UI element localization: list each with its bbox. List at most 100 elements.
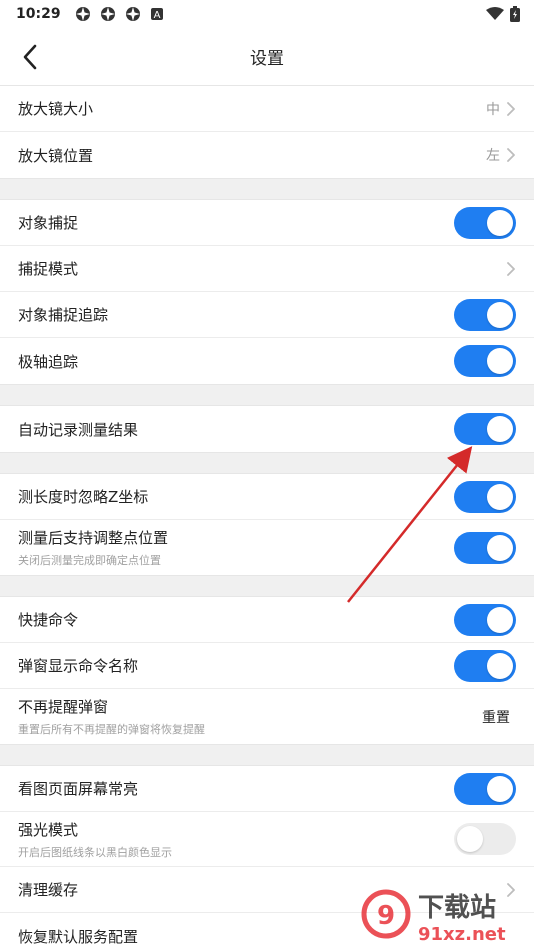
toggle-knob — [487, 534, 513, 561]
row-right — [454, 531, 516, 564]
toggle-switch[interactable] — [454, 413, 516, 445]
row-text: 强光模式开启后图纸线条以黑白颜色显示 — [18, 819, 454, 860]
page-title: 设置 — [250, 49, 284, 69]
row-text: 对象捕捉 — [18, 212, 454, 233]
battery-icon — [510, 6, 520, 22]
row-right: 重置 — [482, 707, 516, 727]
reset-button[interactable]: 重置 — [482, 707, 510, 727]
group-separator — [0, 744, 534, 766]
settings-row[interactable]: 强光模式开启后图纸线条以黑白颜色显示 — [0, 812, 534, 867]
row-subtitle: 开启后图纸线条以黑白颜色显示 — [18, 845, 172, 859]
chevron-right-icon — [507, 101, 515, 116]
status-bar: 10:29 A — [0, 0, 534, 28]
row-label: 放大镜位置 — [18, 146, 94, 165]
back-button[interactable] — [10, 40, 50, 74]
row-right — [454, 298, 516, 331]
status-time: 10:29 — [16, 6, 61, 22]
row-label: 看图页面屏幕常亮 — [18, 780, 139, 798]
row-label: 测量后支持调整点位置 — [18, 529, 169, 547]
row-right — [454, 345, 516, 377]
row-label: 对象捕捉 — [18, 214, 79, 232]
settings-row[interactable]: 放大镜大小 中 — [0, 86, 534, 132]
nav-bar: 设置 — [0, 28, 534, 86]
watermark-domain: 91xz.net — [418, 924, 506, 945]
settings-row[interactable]: 极轴追踪 — [0, 338, 534, 384]
settings-row[interactable]: 看图页面屏幕常亮 — [0, 766, 534, 812]
group-separator — [0, 384, 534, 406]
row-right — [454, 480, 516, 513]
row-label: 对象捕捉追踪 — [18, 306, 109, 324]
settings-row[interactable]: 弹窗显示命令名称 — [0, 643, 534, 689]
row-text: 测长度时忽略Z坐标 — [18, 486, 454, 507]
row-text: 自动记录测量结果 — [18, 419, 454, 440]
settings-row[interactable]: 捕捉模式 — [0, 246, 534, 292]
settings-group: 测长度时忽略Z坐标测量后支持调整点位置关闭后测量完成即确定点位置 — [0, 474, 534, 575]
toggle-switch[interactable] — [454, 823, 516, 855]
toggle-knob — [487, 483, 513, 510]
settings-group: 对象捕捉捕捉模式对象捕捉追踪 极轴追踪 — [0, 200, 534, 384]
toggle-knob — [487, 606, 513, 633]
status-icons-right — [486, 6, 520, 22]
row-subtitle: 关闭后测量完成即确定点位置 — [18, 554, 161, 567]
row-text: 对象捕捉追踪 — [18, 304, 454, 325]
settings-row[interactable]: 对象捕捉 — [0, 200, 534, 246]
group-separator — [0, 575, 534, 597]
row-text: 放大镜大小 — [18, 98, 486, 119]
row-text: 测量后支持调整点位置关闭后测量完成即确定点位置 — [18, 527, 454, 568]
settings-row[interactable]: 不再提醒弹窗 重置后所有不再提醒的弹窗将恢复提醒 重置 — [0, 689, 534, 744]
toggle-switch[interactable] — [454, 772, 516, 805]
row-right — [454, 823, 516, 855]
settings-group: 自动记录测量结果 — [0, 406, 534, 452]
row-value: 中 — [486, 101, 500, 118]
toggle-switch[interactable] — [454, 206, 516, 239]
row-text: 弹窗显示命令名称 — [18, 655, 454, 676]
a-icon: A — [150, 8, 163, 21]
row-label: 快捷命令 — [18, 611, 79, 629]
toggle-knob — [487, 652, 513, 679]
row-label: 强光模式 — [18, 820, 79, 839]
row-right — [454, 603, 516, 636]
row-label: 自动记录测量结果 — [18, 420, 139, 439]
row-right — [506, 261, 516, 277]
toggle-switch[interactable] — [454, 298, 516, 331]
settings-row[interactable]: 放大镜位置 左 — [0, 132, 534, 178]
chevron-right-icon — [507, 148, 515, 162]
group-separator — [0, 452, 534, 474]
row-right: 左 — [486, 145, 516, 165]
toggle-knob — [487, 301, 513, 328]
status-icons-left: A — [75, 6, 164, 22]
settings-row[interactable]: 测长度时忽略Z坐标 — [0, 474, 534, 520]
row-text: 极轴追踪 — [18, 351, 454, 372]
toggle-switch[interactable] — [454, 531, 516, 564]
toggle-switch[interactable] — [454, 649, 516, 682]
row-right — [454, 206, 516, 239]
settings-group: 放大镜大小 中放大镜位置 左 — [0, 86, 534, 178]
settings-row[interactable]: 自动记录测量结果 — [0, 406, 534, 452]
settings-row[interactable]: 快捷命令 — [0, 597, 534, 643]
watermark-text: 下载站 — [418, 893, 496, 923]
row-label: 弹窗显示命令名称 — [18, 657, 139, 675]
row-value: 左 — [486, 148, 500, 164]
toggle-switch[interactable] — [454, 345, 516, 377]
settings-list: 放大镜大小 中放大镜位置 左对象捕捉 捕捉模式 对象捕捉追踪 极轴追踪 自动记录测量结果 测长… — [0, 86, 534, 950]
app-icon — [75, 7, 90, 21]
row-label: 极轴追踪 — [18, 352, 79, 371]
settings-row[interactable]: 测量后支持调整点位置关闭后测量完成即确定点位置 — [0, 520, 534, 575]
toggle-knob — [487, 348, 513, 374]
row-text: 不再提醒弹窗 重置后所有不再提醒的弹窗将恢复提醒 — [18, 696, 482, 737]
row-right — [454, 649, 516, 682]
row-label: 测长度时忽略Z坐标 — [18, 488, 149, 506]
chevron-right-icon — [507, 261, 515, 276]
row-text: 看图页面屏幕常亮 — [18, 778, 454, 799]
toggle-switch[interactable] — [454, 480, 516, 513]
app-icon — [125, 7, 140, 21]
row-label: 不再提醒弹窗 — [18, 698, 109, 716]
settings-group: 快捷命令弹窗显示命令名称不再提醒弹窗 重置后所有不再提醒的弹窗将恢复提醒 重置 — [0, 597, 534, 744]
settings-row[interactable]: 对象捕捉追踪 — [0, 292, 534, 338]
toggle-knob — [487, 416, 513, 442]
toggle-knob — [487, 775, 513, 802]
watermark-logo: 9 下载站 91xz.net — [361, 889, 506, 945]
app-icon — [100, 7, 115, 21]
row-right — [454, 413, 516, 445]
toggle-switch[interactable] — [454, 603, 516, 636]
